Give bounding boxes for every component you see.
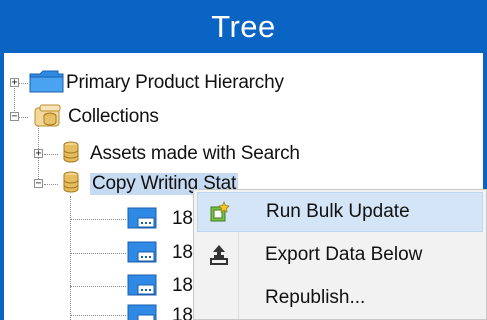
bulk-update-icon [208, 200, 232, 224]
tree-connector [44, 184, 58, 185]
tree-item-asset[interactable]: 18 [126, 273, 193, 299]
tree-connector [18, 83, 28, 84]
database-icon [60, 139, 82, 170]
asset-icon [126, 271, 158, 302]
tree-connector [44, 154, 58, 155]
tree-connector [18, 117, 28, 118]
window-title: Tree [211, 8, 276, 44]
menu-item-label: Run Bulk Update [266, 201, 410, 222]
tree-window: Tree + Primary Product Hierarchy − Colle… [0, 0, 487, 320]
asset-icon [126, 204, 158, 235]
tree-connector [70, 196, 71, 320]
tree-item-asset[interactable]: 18 [126, 303, 193, 320]
collapse-toggle[interactable]: − [10, 112, 19, 122]
expand-toggle[interactable]: + [10, 78, 19, 88]
tree-item-primary-product-hierarchy[interactable]: Primary Product Hierarchy [28, 70, 284, 96]
tree-connector [70, 315, 126, 316]
tree-item-asset[interactable]: 18 [126, 240, 193, 266]
menu-item-export-data-below[interactable]: Export Data Below [197, 235, 483, 275]
tree-item-label: Collections [68, 106, 159, 127]
tree-item-label: 18 [172, 242, 193, 263]
tree-item-label: Primary Product Hierarchy [66, 72, 284, 93]
tree-item-label: 18 [172, 305, 193, 320]
menu-item-republish[interactable]: Republish... [197, 278, 483, 318]
tree-item-label: 18 [172, 275, 193, 296]
export-icon [207, 243, 231, 267]
expand-toggle[interactable]: + [34, 149, 43, 159]
menu-item-label: Export Data Below [265, 244, 423, 265]
collapse-toggle[interactable]: − [34, 179, 43, 189]
asset-icon [126, 238, 158, 269]
collections-icon [32, 102, 66, 133]
tree-connector [70, 219, 126, 220]
tree-item-label: 18 [172, 208, 193, 229]
tree-item-assets-made-with-search[interactable]: Assets made with Search [60, 141, 300, 167]
tree-item-asset[interactable]: 18 [126, 206, 193, 232]
tree-item-collections[interactable]: Collections [32, 104, 159, 130]
asset-icon [126, 301, 158, 320]
context-menu: Run Bulk Update Export Data Below Republ… [193, 189, 487, 320]
tree-connector [70, 286, 126, 287]
database-icon [60, 169, 82, 200]
menu-item-label: Republish... [265, 287, 366, 308]
tree-item-label: Assets made with Search [90, 143, 300, 164]
folder-icon [28, 68, 66, 99]
menu-item-run-bulk-update[interactable]: Run Bulk Update [197, 192, 483, 232]
tree-connector [70, 253, 126, 254]
